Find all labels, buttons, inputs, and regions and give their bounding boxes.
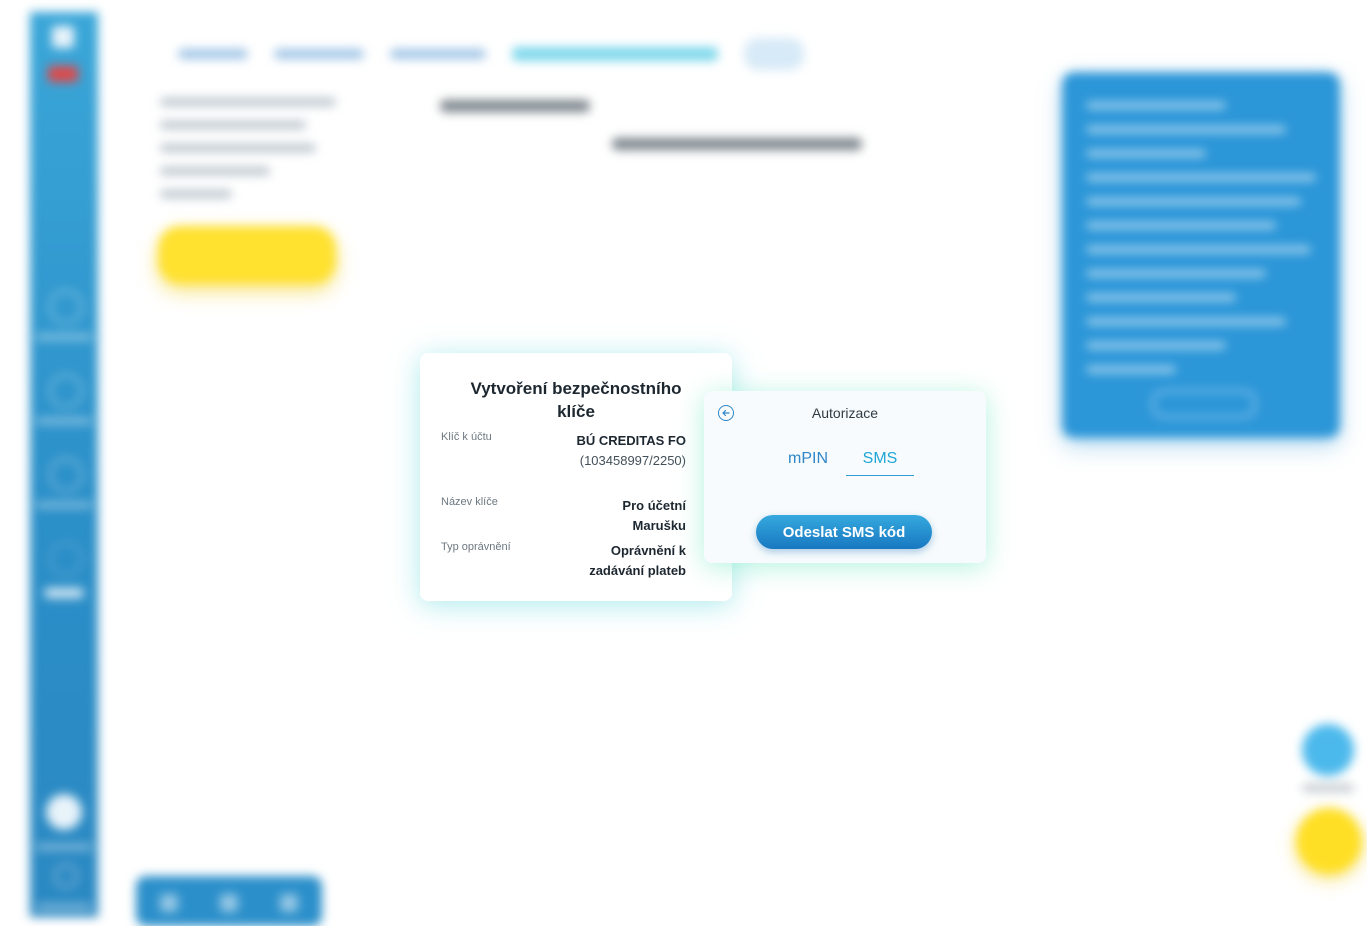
tab-blurred[interactable] <box>274 49 364 59</box>
avatar[interactable] <box>46 794 82 830</box>
create-key-button[interactable] <box>158 226 336 284</box>
sidebar-label <box>36 904 92 910</box>
key-row-name: Název klíče Pro účetní Marušku <box>441 496 686 536</box>
tab-mpin[interactable]: mPIN <box>788 450 828 475</box>
info-card <box>1062 72 1340 438</box>
authorization-card: Autorizace mPIN SMS Odeslat SMS kód <box>704 391 986 563</box>
sidebar-settings-icon[interactable] <box>49 542 83 576</box>
left-description <box>160 98 336 213</box>
logo-icon <box>52 26 74 48</box>
key-row-label: Typ oprávnění <box>441 541 511 553</box>
sidebar-label <box>36 502 92 508</box>
key-row-value: Pro účetní Marušku <box>622 498 686 533</box>
key-card-title: Vytvoření bezpečnostního klíče <box>470 379 682 421</box>
fab-label <box>1302 784 1354 792</box>
top-tabs <box>178 38 804 70</box>
key-row-value: BÚ CREDITAS FO (103458997/2250) <box>570 431 686 471</box>
tab-sms[interactable]: SMS <box>846 450 914 476</box>
key-row-permission: Typ oprávnění Oprávnění k zadávání plate… <box>441 541 686 581</box>
bottom-toolbar <box>136 876 322 926</box>
chat-fab[interactable] <box>1302 724 1354 776</box>
sidebar-cards-icon[interactable] <box>49 374 83 408</box>
key-row-label: Název klíče <box>441 496 498 508</box>
sidebar-label <box>36 418 92 424</box>
sidebar-home-icon[interactable] <box>49 290 83 324</box>
empty-state-text <box>612 138 862 150</box>
sidebar-label <box>36 844 92 850</box>
tab-pill-blurred[interactable] <box>744 38 804 70</box>
key-summary-card: Vytvoření bezpečnostního klíče Klíč k úč… <box>420 353 732 601</box>
tab-blurred[interactable] <box>390 49 486 59</box>
key-row-value: Oprávnění k zadávání plateb <box>589 543 686 578</box>
toolbar-icon[interactable] <box>160 894 178 912</box>
section-heading <box>440 100 590 112</box>
account-number: (103458997/2250) <box>579 453 686 468</box>
send-sms-code-button[interactable]: Odeslat SMS kód <box>756 515 932 549</box>
help-fab[interactable] <box>1296 808 1362 874</box>
authorization-title: Autorizace <box>811 405 879 421</box>
notification-badge <box>48 66 78 82</box>
toolbar-icon[interactable] <box>280 894 298 912</box>
info-card-button[interactable] <box>1152 390 1256 418</box>
logout-icon[interactable] <box>54 864 78 888</box>
sidebar-active-item[interactable] <box>44 588 84 598</box>
tab-active-blurred[interactable] <box>512 47 718 61</box>
tab-blurred[interactable] <box>178 49 248 59</box>
sidebar <box>30 12 98 917</box>
toolbar-icon[interactable] <box>220 894 238 912</box>
key-row-label: Klíč k účtu <box>441 431 492 443</box>
sidebar-products-icon[interactable] <box>49 458 83 492</box>
key-row-account: Klíč k účtu BÚ CREDITAS FO (103458997/22… <box>441 431 686 471</box>
sidebar-label <box>36 334 92 340</box>
